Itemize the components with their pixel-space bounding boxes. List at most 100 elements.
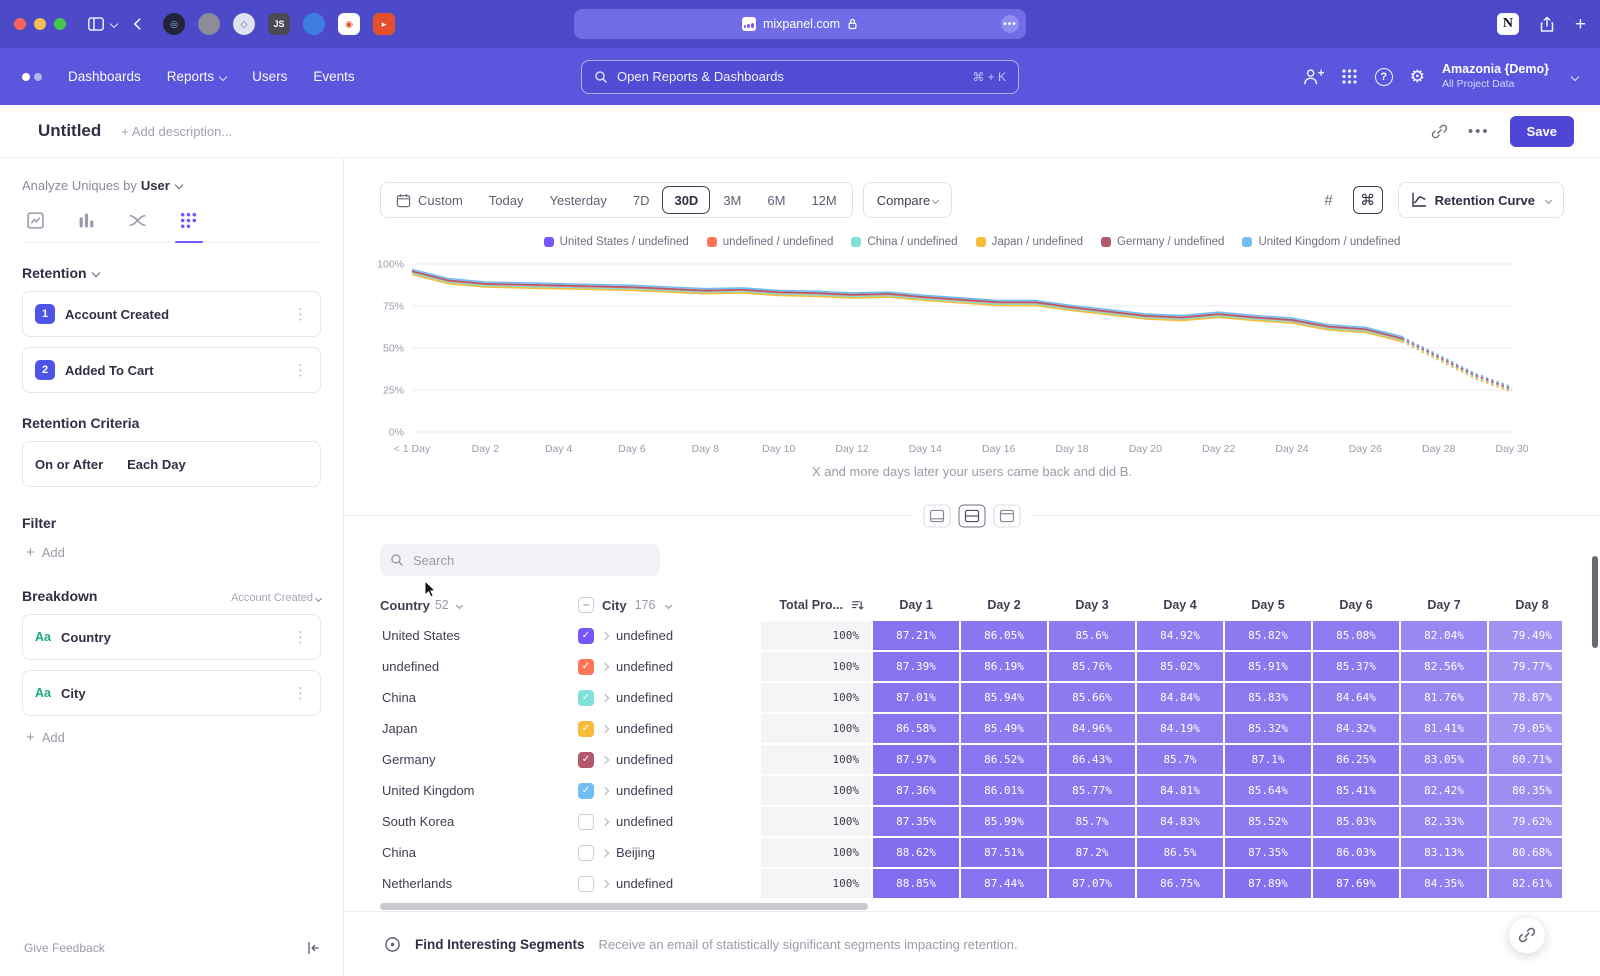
date-range-12m[interactable]: 12M bbox=[798, 183, 849, 217]
retention-section-label[interactable]: Retention bbox=[22, 265, 321, 281]
retention-value-cell[interactable]: 85.7% bbox=[1137, 745, 1223, 774]
row-checkbox[interactable]: ✓ bbox=[578, 752, 594, 768]
vertical-scrollbar[interactable] bbox=[1592, 556, 1598, 648]
extension-icon[interactable]: JS bbox=[268, 13, 290, 35]
tab-insights[interactable] bbox=[26, 211, 45, 230]
retention-value-cell[interactable]: 87.07% bbox=[1049, 869, 1135, 898]
retention-value-cell[interactable]: 81.76% bbox=[1401, 683, 1487, 712]
tab-flows[interactable] bbox=[128, 211, 147, 230]
retention-value-cell[interactable]: 87.35% bbox=[1225, 838, 1311, 867]
retention-value-cell[interactable]: 84.64% bbox=[1313, 683, 1399, 712]
compare-button[interactable]: Compare bbox=[863, 182, 952, 218]
retention-value-cell[interactable]: 85.03% bbox=[1313, 807, 1399, 836]
retention-value-cell[interactable]: 79.62% bbox=[1489, 807, 1562, 836]
extension-icon[interactable]: ◎ bbox=[163, 13, 185, 35]
nav-item-reports[interactable]: Reports bbox=[167, 69, 226, 84]
retention-value-cell[interactable]: 85.76% bbox=[1049, 652, 1135, 681]
retention-value-cell[interactable]: 82.61% bbox=[1489, 869, 1562, 898]
retention-value-cell[interactable]: 86.05% bbox=[961, 621, 1047, 650]
retention-value-cell[interactable]: 85.82% bbox=[1225, 621, 1311, 650]
retention-value-cell[interactable]: 87.89% bbox=[1225, 869, 1311, 898]
expand-chevron-icon[interactable] bbox=[601, 848, 609, 856]
chevron-down-icon[interactable] bbox=[110, 20, 118, 28]
expand-chevron-icon[interactable] bbox=[601, 631, 609, 639]
analyze-value[interactable]: User bbox=[141, 178, 170, 193]
retention-step[interactable]: 1Account Created⋮ bbox=[22, 291, 321, 337]
column-header-day[interactable]: Day 4 bbox=[1136, 598, 1224, 612]
retention-value-cell[interactable]: 80.71% bbox=[1489, 745, 1562, 774]
retention-value-cell[interactable]: 82.33% bbox=[1401, 807, 1487, 836]
kebab-menu-icon[interactable]: ⋮ bbox=[293, 363, 308, 378]
retention-value-cell[interactable]: 79.49% bbox=[1489, 621, 1562, 650]
breakdown-item[interactable]: AaCity⋮ bbox=[22, 670, 321, 716]
value-format-number-toggle[interactable]: # bbox=[1314, 186, 1344, 214]
project-switcher[interactable]: Amazonia {Demo} All Project Data bbox=[1442, 62, 1549, 91]
breakdown-context-dropdown[interactable]: Account Created bbox=[231, 592, 321, 604]
retention-value-cell[interactable]: 84.35% bbox=[1401, 869, 1487, 898]
retention-value-cell[interactable]: 87.21% bbox=[873, 621, 959, 650]
retention-value-cell[interactable]: 84.92% bbox=[1137, 621, 1223, 650]
retention-value-cell[interactable]: 84.19% bbox=[1137, 714, 1223, 743]
nav-item-dashboards[interactable]: Dashboards bbox=[68, 69, 141, 84]
mixpanel-logo[interactable] bbox=[22, 73, 42, 81]
date-range-yesterday[interactable]: Yesterday bbox=[537, 183, 620, 217]
column-header-day[interactable]: Day 1 bbox=[872, 598, 960, 612]
column-header-day[interactable]: Day 7 bbox=[1400, 598, 1488, 612]
url-bar[interactable]: mixpanel.com ••• bbox=[574, 9, 1026, 39]
retention-value-cell[interactable]: 87.39% bbox=[873, 652, 959, 681]
retention-value-cell[interactable]: 85.7% bbox=[1049, 807, 1135, 836]
page-title[interactable]: Untitled bbox=[38, 121, 101, 141]
retention-value-cell[interactable]: 88.62% bbox=[873, 838, 959, 867]
column-header-country[interactable]: Country52 bbox=[380, 598, 570, 613]
chart-type-dropdown[interactable]: Retention Curve bbox=[1398, 182, 1564, 218]
retention-value-cell[interactable]: 78.87% bbox=[1489, 683, 1562, 712]
date-range-today[interactable]: Today bbox=[476, 183, 537, 217]
expand-chevron-icon[interactable] bbox=[601, 755, 609, 763]
row-checkbox[interactable]: ✓ bbox=[578, 628, 594, 644]
apps-grid-icon[interactable] bbox=[1341, 68, 1358, 85]
retention-value-cell[interactable]: 85.83% bbox=[1225, 683, 1311, 712]
retention-value-cell[interactable]: 88.85% bbox=[873, 869, 959, 898]
legend-item[interactable]: Germany / undefined bbox=[1101, 236, 1224, 248]
retention-value-cell[interactable]: 86.03% bbox=[1313, 838, 1399, 867]
retention-value-cell[interactable]: 86.52% bbox=[961, 745, 1047, 774]
legend-item[interactable]: Japan / undefined bbox=[976, 236, 1083, 248]
legend-item[interactable]: China / undefined bbox=[851, 236, 957, 248]
retention-value-cell[interactable]: 84.81% bbox=[1137, 776, 1223, 805]
date-range-custom[interactable]: Custom bbox=[383, 183, 476, 217]
retention-value-cell[interactable]: 85.66% bbox=[1049, 683, 1135, 712]
column-header-day[interactable]: Day 3 bbox=[1048, 598, 1136, 612]
retention-value-cell[interactable]: 86.58% bbox=[873, 714, 959, 743]
retention-value-cell[interactable]: 84.83% bbox=[1137, 807, 1223, 836]
retention-value-cell[interactable]: 80.35% bbox=[1489, 776, 1562, 805]
legend-item[interactable]: United States / undefined bbox=[544, 236, 689, 248]
retention-value-cell[interactable]: 83.13% bbox=[1401, 838, 1487, 867]
retention-value-cell[interactable]: 85.52% bbox=[1225, 807, 1311, 836]
retention-step[interactable]: 2Added To Cart⋮ bbox=[22, 347, 321, 393]
gear-icon[interactable]: ⚙ bbox=[1410, 68, 1425, 85]
retention-value-cell[interactable]: 84.32% bbox=[1313, 714, 1399, 743]
date-range-30d[interactable]: 30D bbox=[662, 186, 710, 214]
retention-chart[interactable]: 0%25%50%75%100%< 1 DayDay 2Day 4Day 6Day… bbox=[366, 252, 1600, 462]
retention-value-cell[interactable]: 86.01% bbox=[961, 776, 1047, 805]
new-tab-icon[interactable]: + bbox=[1575, 15, 1586, 34]
date-range-7d[interactable]: 7D bbox=[620, 183, 663, 217]
retention-value-cell[interactable]: 79.05% bbox=[1489, 714, 1562, 743]
help-icon[interactable]: ? bbox=[1375, 68, 1393, 86]
global-search[interactable]: Open Reports & Dashboards ⌘ + K bbox=[581, 60, 1019, 94]
column-header-day[interactable]: Day 2 bbox=[960, 598, 1048, 612]
date-range-3m[interactable]: 3M bbox=[710, 183, 754, 217]
column-header-day[interactable]: Day 5 bbox=[1224, 598, 1312, 612]
retention-value-cell[interactable]: 82.42% bbox=[1401, 776, 1487, 805]
extension-icon[interactable]: ◇ bbox=[233, 13, 255, 35]
row-checkbox[interactable]: ✓ bbox=[578, 721, 594, 737]
view-chart-only-button[interactable] bbox=[924, 505, 951, 528]
expand-chevron-icon[interactable] bbox=[601, 693, 609, 701]
retention-value-cell[interactable]: 86.75% bbox=[1137, 869, 1223, 898]
close-window-button[interactable] bbox=[14, 18, 26, 30]
url-more-button[interactable]: ••• bbox=[1001, 15, 1019, 33]
retention-value-cell[interactable]: 87.44% bbox=[961, 869, 1047, 898]
share-link-button[interactable] bbox=[1508, 916, 1546, 954]
segments-title[interactable]: Find Interesting Segments bbox=[415, 937, 585, 952]
retention-value-cell[interactable]: 80.68% bbox=[1489, 838, 1562, 867]
